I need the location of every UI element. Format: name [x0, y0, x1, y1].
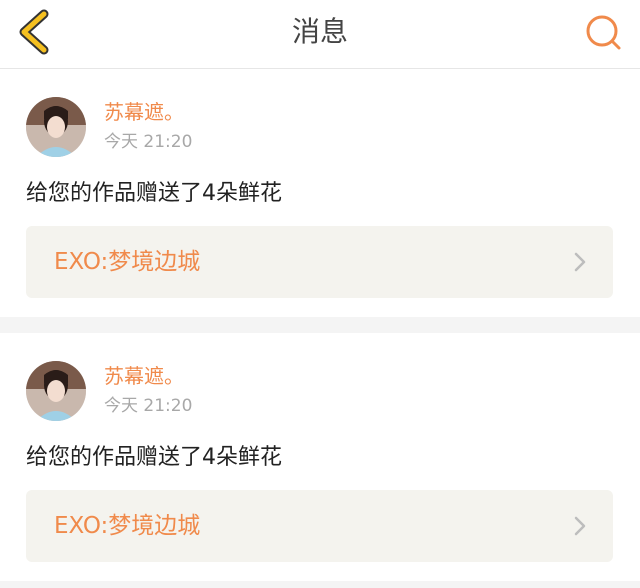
chevron-right-icon	[574, 252, 586, 272]
chevron-right-icon	[574, 516, 586, 536]
work-title: EXO:梦境边城	[54, 249, 201, 275]
notification-message: 给您的作品赠送了4朵鲜花	[26, 445, 282, 470]
avatar[interactable]	[26, 97, 86, 157]
timestamp: 今天 21:20	[104, 132, 193, 152]
avatar[interactable]	[26, 361, 86, 421]
notification-card: 苏幕遮。 今天 21:20 给您的作品赠送了4朵鲜花 EXO:梦境边城	[0, 69, 640, 317]
user-avatar-icon	[26, 361, 86, 421]
page-title: 消息	[291, 15, 348, 48]
search-button[interactable]	[582, 12, 626, 52]
user-avatar-icon	[26, 97, 86, 157]
top-nav-bar: 消息	[0, 0, 640, 69]
search-icon	[586, 15, 621, 50]
work-link-button[interactable]: EXO:梦境边城	[26, 226, 613, 298]
notification-message: 给您的作品赠送了4朵鲜花	[26, 181, 282, 206]
work-link-button[interactable]: EXO:梦境边城	[26, 490, 613, 562]
notification-card: 苏幕遮。 今天 21:20 给您的作品赠送了4朵鲜花 EXO:梦境边城	[0, 333, 640, 581]
timestamp: 今天 21:20	[104, 396, 193, 416]
username-link[interactable]: 苏幕遮。	[104, 363, 184, 389]
username-link[interactable]: 苏幕遮。	[104, 99, 184, 125]
work-title: EXO:梦境边城	[54, 513, 201, 539]
